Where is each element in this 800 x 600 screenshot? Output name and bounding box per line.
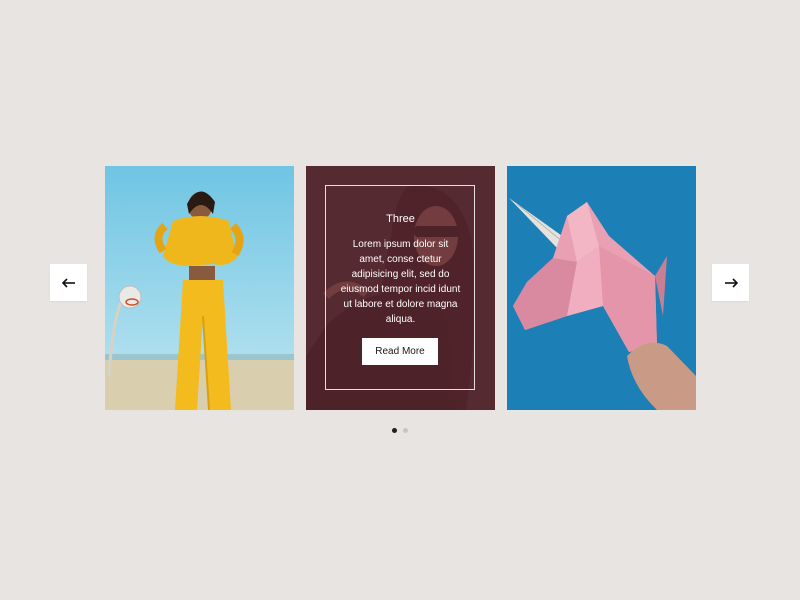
carousel-card-2[interactable]: Three Lorem ipsum dolor sit amet, conse … bbox=[306, 166, 495, 410]
pink-paper-unicorn-image bbox=[507, 166, 696, 410]
carousel-pagination bbox=[392, 428, 408, 433]
pagination-dot-2[interactable] bbox=[403, 428, 408, 433]
previous-slide-button[interactable] bbox=[50, 264, 87, 301]
carousel-card-1[interactable] bbox=[105, 166, 294, 410]
arrow-left-icon bbox=[61, 277, 75, 288]
arrow-right-icon bbox=[724, 277, 738, 288]
pagination-dot-1[interactable] bbox=[392, 428, 397, 433]
carousel-card-3[interactable] bbox=[507, 166, 696, 410]
next-slide-button[interactable] bbox=[712, 264, 749, 301]
card-title: Three bbox=[386, 213, 415, 225]
woman-in-yellow-tracksuit-image bbox=[105, 166, 294, 410]
image-carousel: Three Lorem ipsum dolor sit amet, conse … bbox=[0, 0, 800, 600]
read-more-button[interactable]: Read More bbox=[362, 338, 438, 365]
card-description: Lorem ipsum dolor sit amet, conse ctetur… bbox=[340, 239, 461, 325]
